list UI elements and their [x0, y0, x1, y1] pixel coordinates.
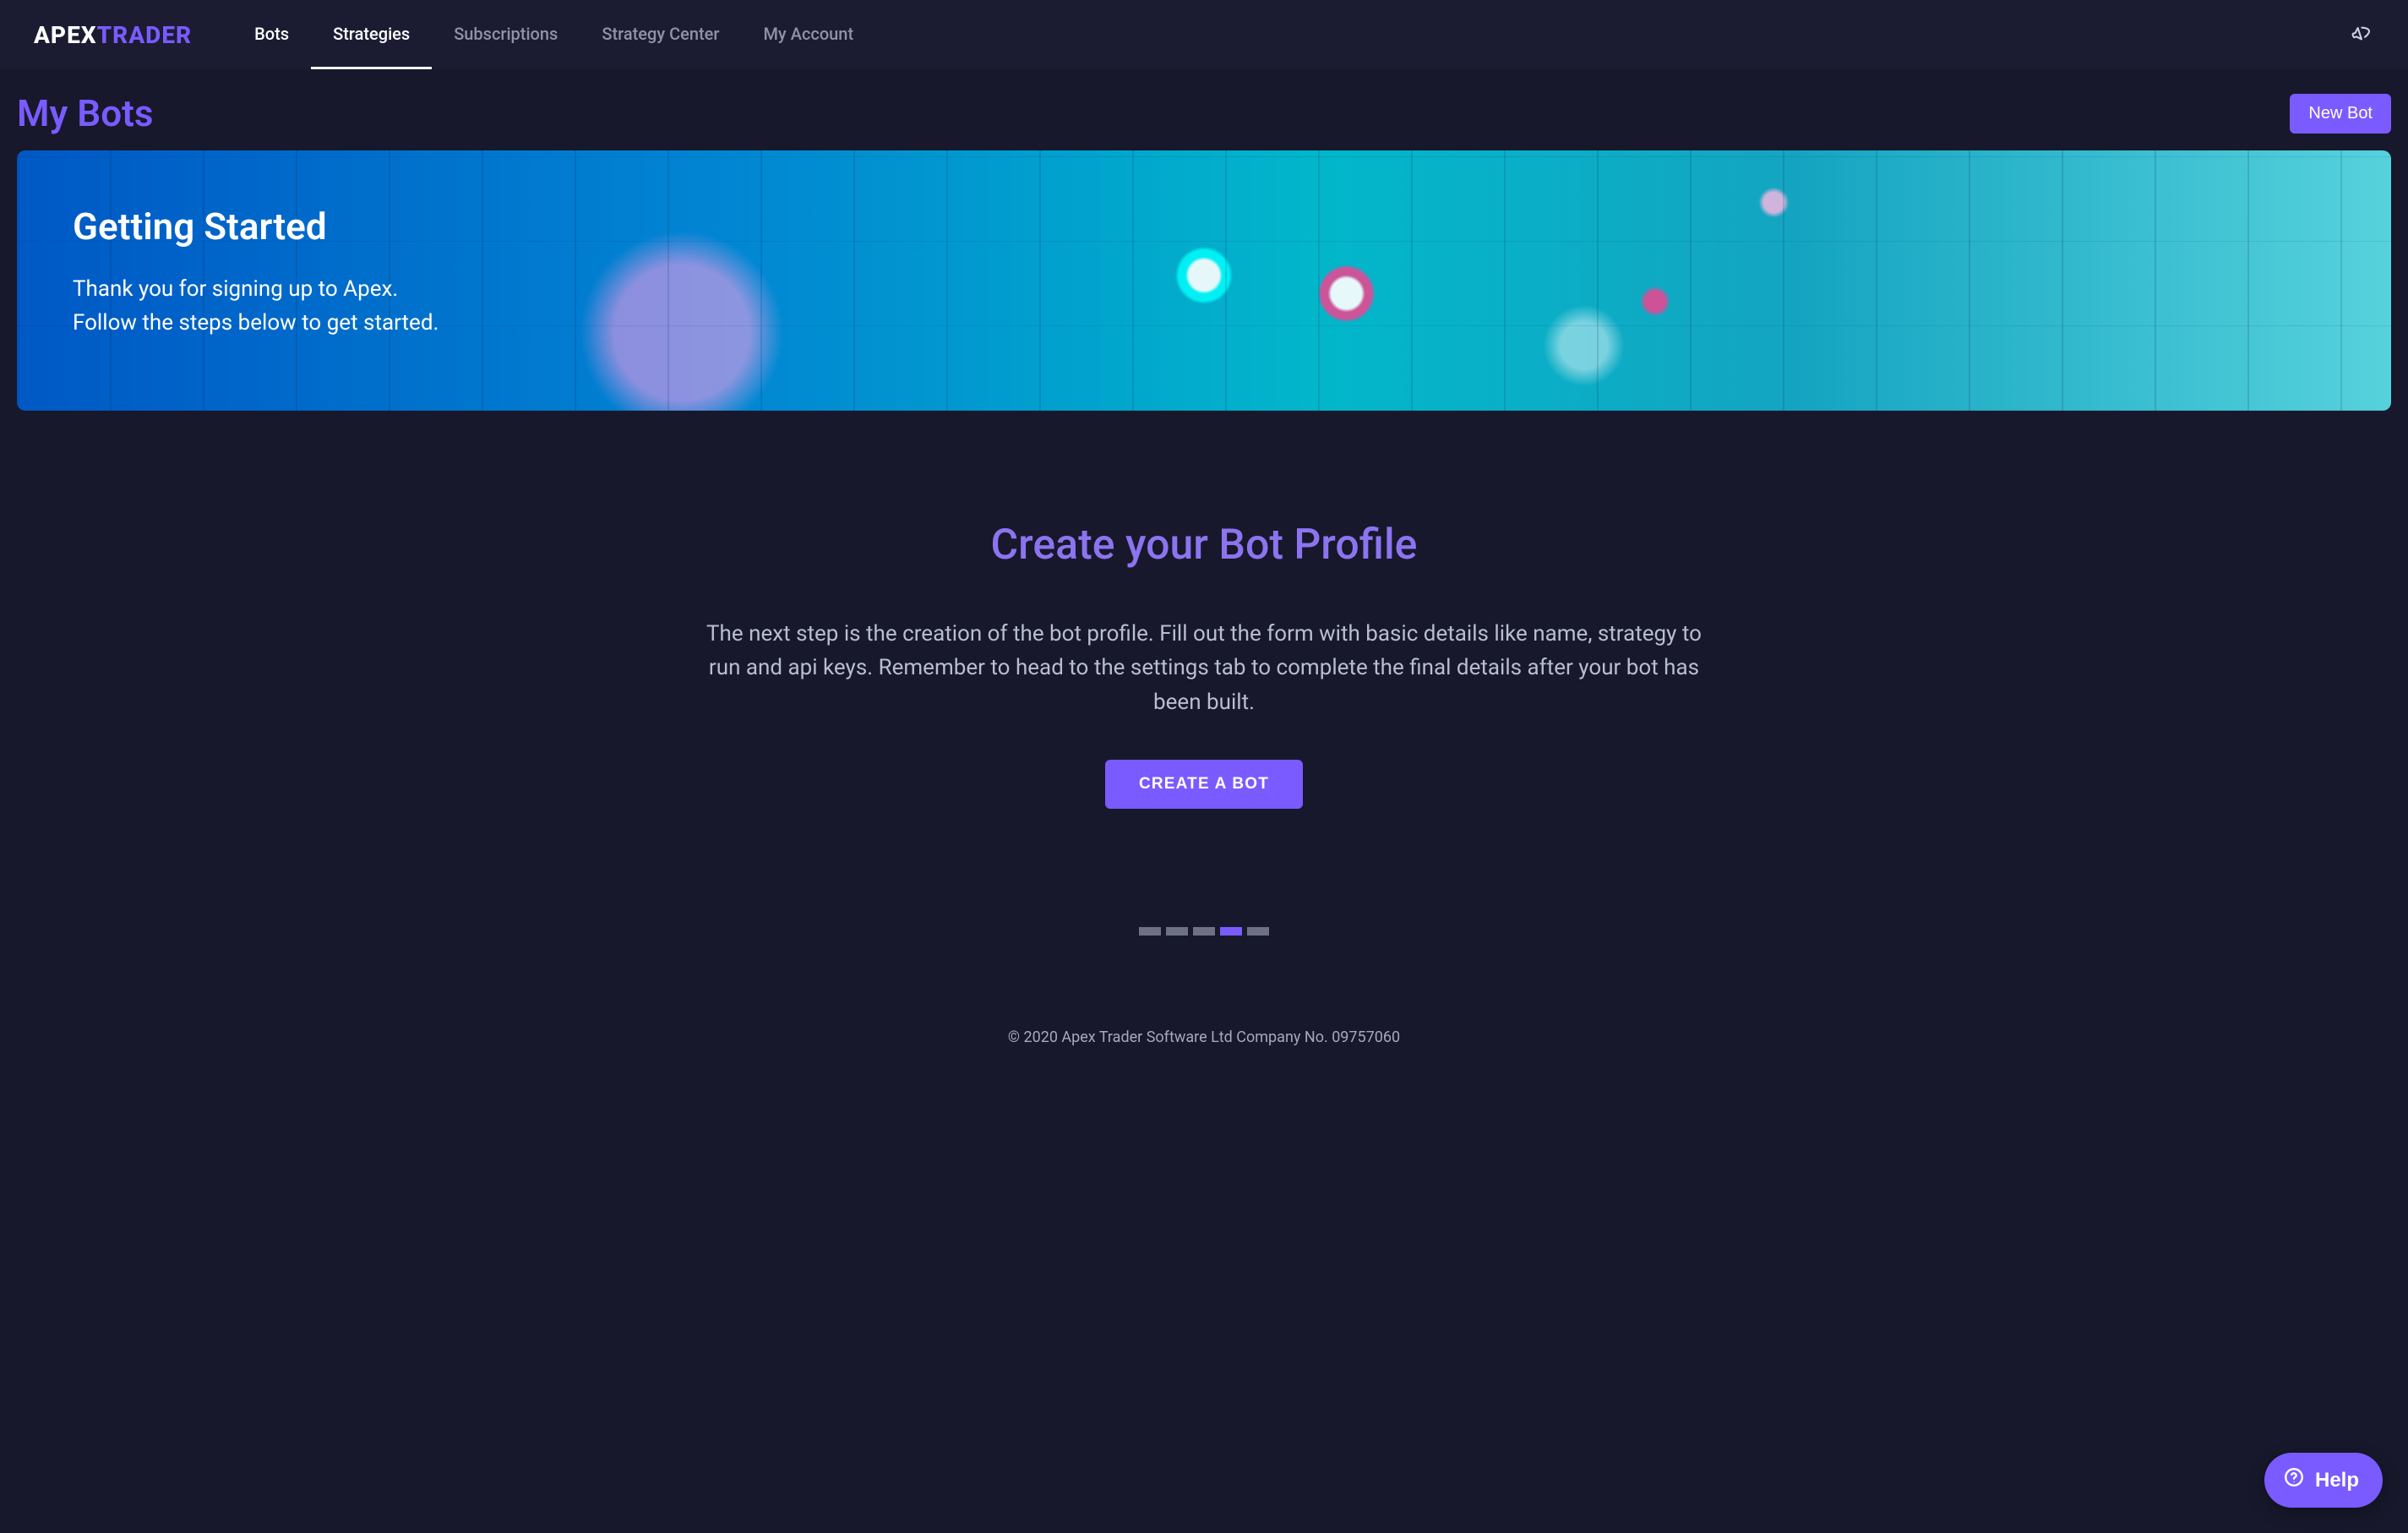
nav-item-label: Bots: [254, 24, 289, 44]
step-dot-5[interactable]: [1247, 927, 1269, 936]
create-bot-title: Create your Bot Profile: [706, 521, 1702, 570]
primary-nav: Bots Strategies Subscriptions Strategy C…: [232, 0, 2349, 69]
step-dot-2[interactable]: [1166, 927, 1188, 936]
create-bot-desc: The next step is the creation of the bot…: [706, 617, 1702, 719]
nav-item-label: Strategies: [333, 24, 410, 44]
getting-started-banner: Getting Started Thank you for signing up…: [17, 150, 2391, 411]
page-footer: © 2020 Apex Trader Software Ltd Company …: [0, 1003, 2408, 1088]
brand-logo: APEXTRADER: [34, 21, 192, 49]
megaphone-icon: [2350, 21, 2373, 48]
nav-item-strategies[interactable]: Strategies: [311, 0, 432, 69]
nav-item-label: My Account: [763, 24, 853, 44]
help-icon: [2283, 1466, 2305, 1494]
page-title: My Bots: [17, 91, 154, 135]
nav-item-subscriptions[interactable]: Subscriptions: [432, 0, 580, 69]
step-dot-4[interactable]: [1220, 927, 1242, 936]
nav-item-strategy-center[interactable]: Strategy Center: [580, 0, 741, 69]
create-bot-button[interactable]: CREATE A BOT: [1105, 760, 1303, 809]
help-button[interactable]: Help: [2264, 1453, 2383, 1508]
new-bot-button[interactable]: New Bot: [2290, 94, 2391, 134]
nav-item-bots[interactable]: Bots: [232, 0, 311, 69]
step-dot-1[interactable]: [1139, 927, 1161, 936]
announcements-button[interactable]: [2349, 22, 2374, 47]
top-navbar: APEXTRADER Bots Strategies Subscriptions…: [0, 0, 2408, 69]
page-header: My Bots New Bot: [0, 69, 2408, 150]
step-dot-3[interactable]: [1193, 927, 1215, 936]
hero-title: Getting Started: [73, 205, 439, 248]
footer-text: © 2020 Apex Trader Software Ltd Company …: [1008, 1028, 1400, 1046]
brand-right: TRADER: [97, 21, 193, 49]
nav-item-label: Strategy Center: [602, 24, 719, 44]
create-bot-section: Create your Bot Profile The next step is…: [672, 411, 1736, 1003]
help-label: Help: [2315, 1469, 2359, 1492]
hero-line-2: Follow the steps below to get started.: [73, 306, 439, 340]
step-pagination: [706, 927, 1702, 936]
hero-content: Getting Started Thank you for signing up…: [73, 205, 439, 341]
nav-item-label: Subscriptions: [454, 24, 558, 44]
hero-line-1: Thank you for signing up to Apex.: [73, 272, 439, 306]
nav-item-my-account[interactable]: My Account: [741, 0, 875, 69]
topbar-right: [2349, 22, 2374, 47]
brand-left: APEX: [34, 21, 97, 49]
